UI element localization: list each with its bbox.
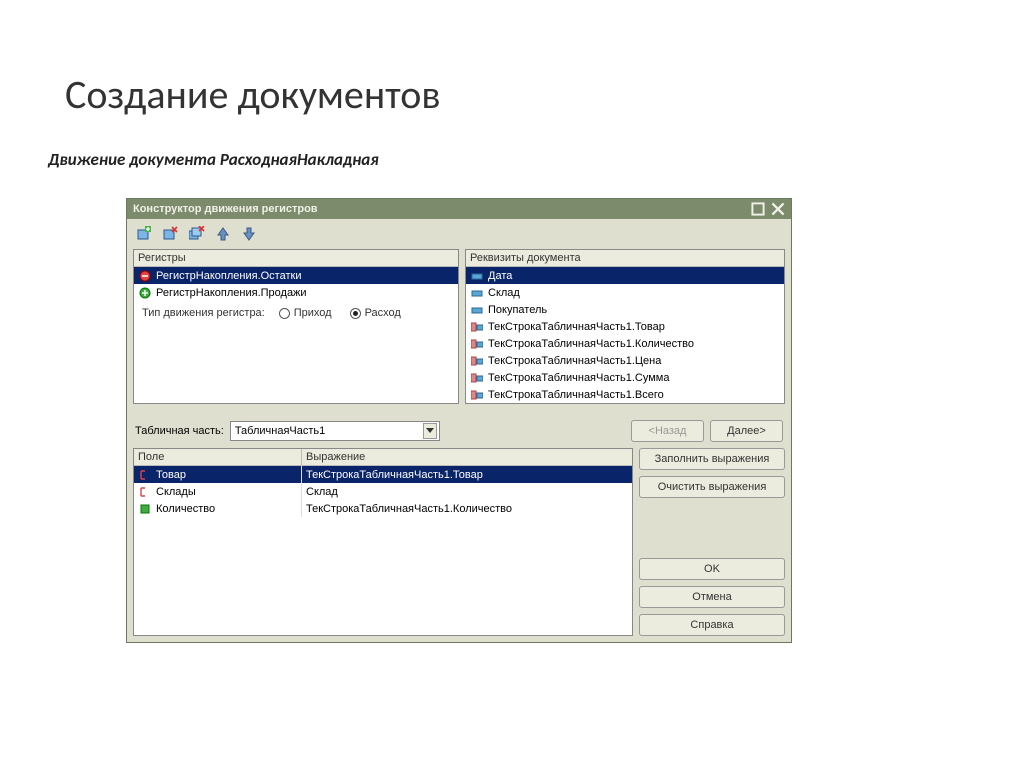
slide-subtitle: Движение документа РасходнаяНакладная <box>0 119 1024 170</box>
attribute-row[interactable]: ТекСтрокаТабличнаяЧасть1.Всего <box>466 386 784 403</box>
table-header-expr: Выражение <box>302 449 632 465</box>
movement-type-row: Тип движения регистра: Приход Расход <box>134 301 458 323</box>
field-arrow-icon <box>138 486 152 498</box>
ok-button[interactable]: OK <box>639 558 785 580</box>
slide-title: Создание документов <box>0 0 1024 119</box>
table-header-field: Поле <box>134 449 302 465</box>
move-down-icon[interactable] <box>239 225 259 243</box>
register-label: РегистрНакопления.Остатки <box>156 270 301 282</box>
registers-header: Регистры <box>134 250 458 267</box>
minus-icon <box>138 270 152 282</box>
window-title: Конструктор движения регистров <box>133 203 318 215</box>
dialog-window: Конструктор движения регистров <box>126 198 792 643</box>
attribute-row[interactable]: Склад <box>466 284 784 301</box>
cancel-button[interactable]: Отмена <box>639 586 785 608</box>
remove-register-icon[interactable] <box>161 225 181 243</box>
back-button[interactable]: <Назад <box>631 420 704 442</box>
attribute-label: ТекСтрокаТабличнаяЧасть1.Сумма <box>488 372 669 384</box>
table-row[interactable]: Склады Склад <box>134 483 632 500</box>
next-button[interactable]: Далее> <box>710 420 783 442</box>
button-column: Заполнить выражения Очистить выражения O… <box>639 448 785 636</box>
attribute-row[interactable]: ТекСтрокаТабличнаяЧасть1.Сумма <box>466 369 784 386</box>
tab-section-label: Табличная часть: <box>135 425 224 437</box>
titlebar: Конструктор движения регистров <box>127 199 791 219</box>
attr-icon <box>470 270 484 282</box>
clear-expressions-button[interactable]: Очистить выражения <box>639 476 785 498</box>
toolbar <box>127 219 791 249</box>
expressions-table: Поле Выражение Товар ТекСтрокаТабличнаяЧ… <box>133 448 633 636</box>
chevron-down-icon <box>423 423 437 439</box>
table-body[interactable]: Товар ТекСтрокаТабличнаяЧасть1.Товар Скл… <box>134 466 632 517</box>
table-field: Товар <box>156 469 186 481</box>
tab-attr-icon <box>470 355 484 367</box>
tab-attr-icon <box>470 389 484 401</box>
help-button[interactable]: Справка <box>639 614 785 636</box>
radio-expense-label: Расход <box>365 307 401 319</box>
tab-section-select[interactable]: ТабличнаяЧасть1 <box>230 421 440 441</box>
attribute-row[interactable]: ТекСтрокаТабличнаяЧасть1.Цена <box>466 352 784 369</box>
remove-all-icon[interactable] <box>187 225 207 243</box>
attribute-row[interactable]: Дата <box>466 267 784 284</box>
table-expr: Склад <box>306 486 338 498</box>
attribute-label: ТекСтрокаТабличнаяЧасть1.Цена <box>488 355 661 367</box>
register-row[interactable]: РегистрНакопления.Остатки <box>134 267 458 284</box>
table-field: Количество <box>156 503 215 515</box>
tab-attr-icon <box>470 372 484 384</box>
table-row[interactable]: Количество ТекСтрокаТабличнаяЧасть1.Коли… <box>134 500 632 517</box>
attr-icon <box>470 304 484 316</box>
registers-pane: Регистры РегистрНакопления.Остатки Регис… <box>133 249 459 404</box>
attributes-pane: Реквизиты документа Дата Склад Покупател… <box>465 249 785 404</box>
tab-section-value: ТабличнаяЧасть1 <box>235 425 325 437</box>
field-box-icon <box>138 503 152 515</box>
radio-expense[interactable]: Расход <box>350 307 401 319</box>
plus-icon <box>138 287 152 299</box>
table-expr: ТекСтрокаТабличнаяЧасть1.Товар <box>306 469 483 481</box>
table-row[interactable]: Товар ТекСтрокаТабличнаяЧасть1.Товар <box>134 466 632 483</box>
radio-icon <box>279 308 290 319</box>
attribute-label: Дата <box>488 270 512 282</box>
movement-label: Тип движения регистра: <box>142 307 265 319</box>
close-icon[interactable] <box>771 203 785 215</box>
registers-list[interactable]: РегистрНакопления.Остатки РегистрНакопле… <box>134 267 458 301</box>
add-register-icon[interactable] <box>135 225 155 243</box>
attribute-row[interactable]: ТекСтрокаТабличнаяЧасть1.Количество <box>466 335 784 352</box>
attribute-row[interactable]: ТекСтрокаТабличнаяЧасть1.Товар <box>466 318 784 335</box>
attributes-list[interactable]: Дата Склад Покупатель ТекСтрокаТабличная… <box>466 267 784 403</box>
radio-income[interactable]: Приход <box>279 307 332 319</box>
attribute-label: Покупатель <box>488 304 547 316</box>
radio-icon <box>350 308 361 319</box>
attribute-label: ТекСтрокаТабличнаяЧасть1.Товар <box>488 321 665 333</box>
attribute-label: ТекСтрокаТабличнаяЧасть1.Всего <box>488 389 664 401</box>
attribute-row[interactable]: Покупатель <box>466 301 784 318</box>
attribute-label: ТекСтрокаТабличнаяЧасть1.Количество <box>488 338 694 350</box>
move-up-icon[interactable] <box>213 225 233 243</box>
attributes-header: Реквизиты документа <box>466 250 784 267</box>
tab-attr-icon <box>470 321 484 333</box>
tab-section-row: Табличная часть: ТабличнаяЧасть1 <Назад … <box>127 410 791 448</box>
tab-attr-icon <box>470 338 484 350</box>
table-field: Склады <box>156 486 196 498</box>
radio-income-label: Приход <box>294 307 332 319</box>
maximize-icon[interactable] <box>751 203 765 215</box>
table-expr: ТекСтрокаТабличнаяЧасть1.Количество <box>306 503 512 515</box>
register-label: РегистрНакопления.Продажи <box>156 287 307 299</box>
attribute-label: Склад <box>488 287 520 299</box>
attr-icon <box>470 287 484 299</box>
field-arrow-icon <box>138 469 152 481</box>
fill-expressions-button[interactable]: Заполнить выражения <box>639 448 785 470</box>
register-row[interactable]: РегистрНакопления.Продажи <box>134 284 458 301</box>
